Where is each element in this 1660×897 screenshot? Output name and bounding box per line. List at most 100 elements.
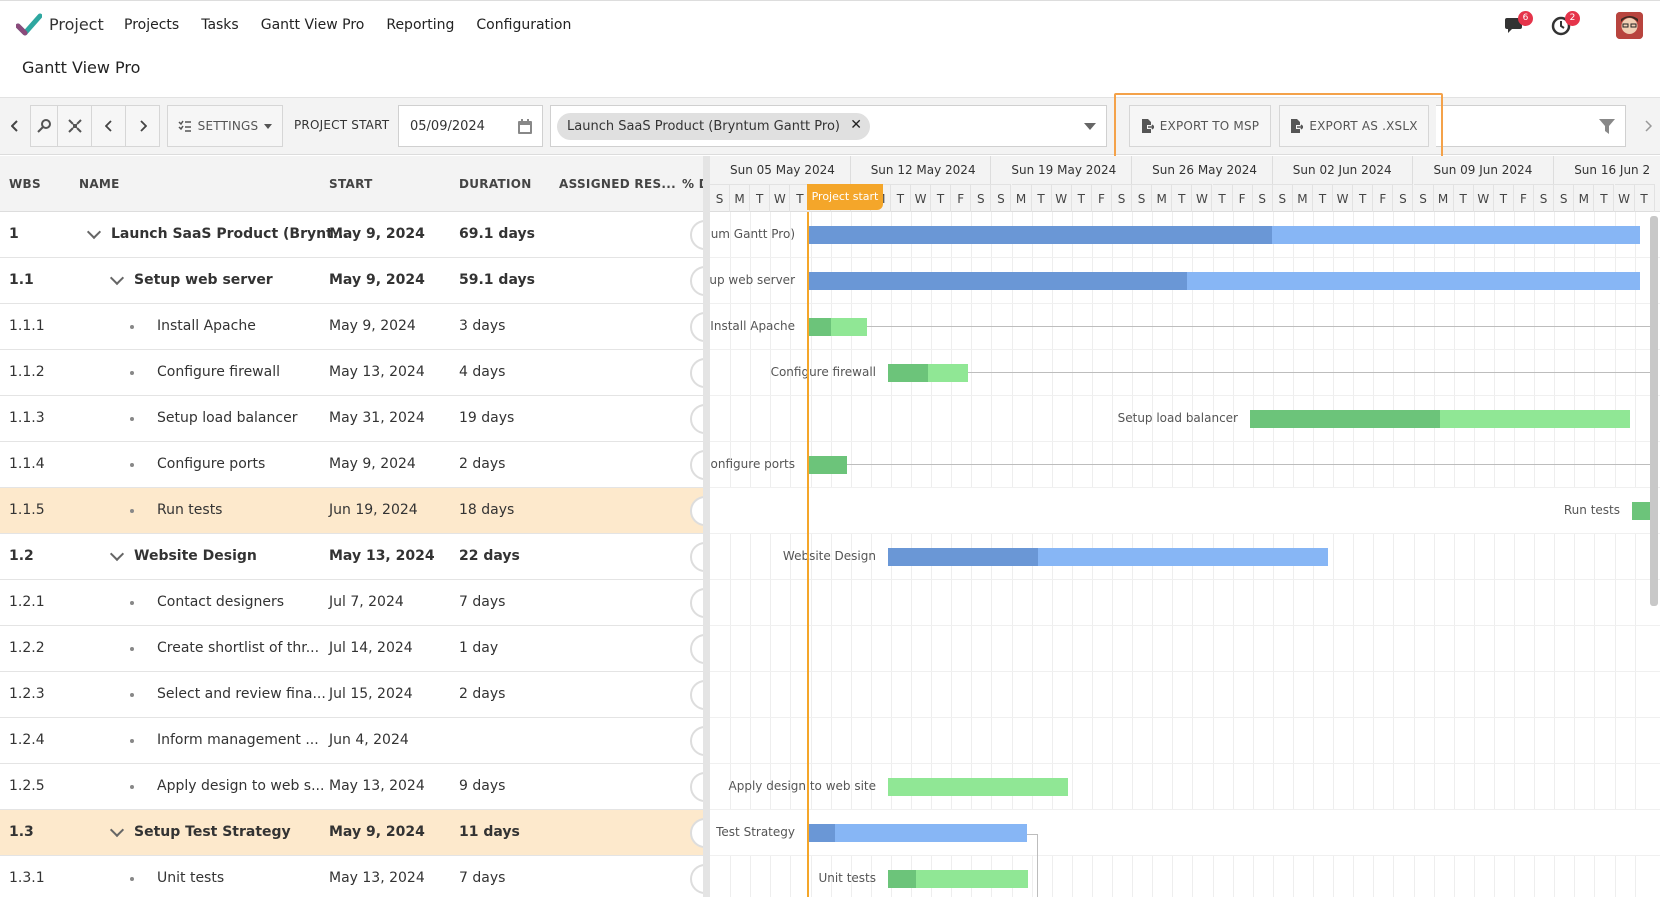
table-row[interactable]: 1.1.2 Configure firewall May 13, 2024 4 day… xyxy=(0,350,720,396)
row-name[interactable]: Select and review fina... xyxy=(157,686,326,702)
row-name[interactable]: Apply design to web s... xyxy=(157,778,324,794)
task-bar[interactable] xyxy=(1632,502,1652,520)
dropdown-arrow-icon[interactable] xyxy=(1084,123,1096,130)
task-bar[interactable] xyxy=(807,824,1027,842)
project-logo-icon[interactable] xyxy=(16,13,42,37)
row-duration: 19 days xyxy=(459,410,515,426)
menu-configuration[interactable]: Configuration xyxy=(476,17,571,33)
task-bar[interactable] xyxy=(888,870,1028,888)
menu-projects[interactable]: Projects xyxy=(124,17,179,33)
table-row[interactable]: 1.2.4 Inform management ... Jun 4, 2024 xyxy=(0,718,720,764)
row-name[interactable]: Install Apache xyxy=(157,318,256,334)
timeline-day: W xyxy=(911,184,931,212)
row-name[interactable]: Configure firewall xyxy=(157,364,280,380)
timeline-day: T xyxy=(1313,184,1333,212)
col-duration[interactable]: DURATION xyxy=(459,177,532,191)
user-avatar[interactable] xyxy=(1616,12,1643,39)
timeline-day: F xyxy=(1232,184,1253,212)
row-duration: 7 days xyxy=(459,870,506,886)
zoom-button[interactable] xyxy=(30,105,58,147)
filter-field[interactable] xyxy=(1436,105,1626,147)
task-bar[interactable] xyxy=(807,318,867,336)
collapse-chevron-icon[interactable] xyxy=(109,546,125,562)
row-name[interactable]: Inform management ... xyxy=(157,732,319,748)
table-row[interactable]: 1.1.4 Configure ports May 9, 2024 2 days xyxy=(0,442,720,488)
calendar-icon[interactable] xyxy=(518,119,532,134)
task-bar[interactable] xyxy=(807,226,1640,244)
timeline-day: S xyxy=(971,184,992,212)
row-name[interactable]: Create shortlist of thr... xyxy=(157,640,319,656)
row-name[interactable]: Launch SaaS Product (Brynt... xyxy=(111,226,349,242)
leaf-bullet-icon xyxy=(130,325,134,329)
table-row[interactable]: 1.3.1 Unit tests May 13, 2024 7 days xyxy=(0,856,720,897)
app-name[interactable]: Project xyxy=(49,15,104,34)
table-row[interactable]: 1 Launch SaaS Product (Brynt... May 9, 202… xyxy=(0,212,720,258)
task-bar[interactable] xyxy=(807,456,847,474)
row-name[interactable]: Setup Test Strategy xyxy=(134,824,291,840)
table-row[interactable]: 1.2 Website Design May 13, 2024 22 days xyxy=(0,534,720,580)
col-wbs[interactable]: WBS xyxy=(9,177,41,191)
task-bar[interactable] xyxy=(888,364,968,382)
table-row[interactable]: 1.1 Setup web server May 9, 2024 59.1 days xyxy=(0,258,720,304)
leaf-bullet-icon xyxy=(130,509,134,513)
scroll-left-button[interactable] xyxy=(2,105,28,147)
task-bar-label: um Gantt Pro) xyxy=(710,227,795,241)
row-duration: 59.1 days xyxy=(459,272,535,288)
table-row[interactable]: 1.2.2 Create shortlist of thr... Jul 14, 2… xyxy=(0,626,720,672)
row-name[interactable]: Setup load balancer xyxy=(157,410,297,426)
table-row[interactable]: 1.1.5 Run tests Jun 19, 2024 18 days xyxy=(0,488,720,534)
table-row[interactable]: 1.3 Setup Test Strategy May 9, 2024 11 days xyxy=(0,810,720,856)
table-row[interactable]: 1.2.3 Select and review fina... Jul 15, 20… xyxy=(0,672,720,718)
row-duration: 22 days xyxy=(459,548,520,564)
filter-icon[interactable] xyxy=(1599,119,1615,134)
task-bar[interactable] xyxy=(1250,410,1630,428)
col-name[interactable]: NAME xyxy=(79,177,120,191)
remove-filter-icon[interactable]: ✕ xyxy=(850,117,862,133)
previous-button[interactable] xyxy=(91,105,126,147)
row-name[interactable]: Configure ports xyxy=(157,456,265,472)
settings-button[interactable]: SETTINGS xyxy=(167,105,283,147)
row-name[interactable]: Run tests xyxy=(157,502,222,518)
leaf-bullet-icon xyxy=(130,693,134,697)
row-name[interactable]: Unit tests xyxy=(157,870,224,886)
project-start-date-field[interactable]: 05/09/2024 xyxy=(398,105,543,147)
project-filter-select[interactable]: Launch SaaS Product (Bryntum Gantt Pro) … xyxy=(550,105,1107,147)
menu-gantt-view-pro[interactable]: Gantt View Pro xyxy=(261,17,365,33)
row-name[interactable]: Setup web server xyxy=(134,272,273,288)
grid-gantt-splitter[interactable] xyxy=(703,156,710,897)
timeline-day: T xyxy=(1634,184,1655,212)
gantt-chart: Sun 05 May 2024 Sun 12 May 2024 Sun 19 May… xyxy=(710,156,1660,897)
next-button[interactable] xyxy=(125,105,160,147)
timeline-day: S xyxy=(1393,184,1414,212)
collapse-chevron-icon[interactable] xyxy=(109,822,125,838)
menu-reporting[interactable]: Reporting xyxy=(386,17,454,33)
task-bar-progress xyxy=(888,870,916,888)
list-check-icon xyxy=(178,120,191,132)
collapse-chevron-icon[interactable] xyxy=(109,270,125,286)
task-bar[interactable] xyxy=(888,778,1068,796)
table-row[interactable]: 1.1.3 Setup load balancer May 31, 2024 19 d… xyxy=(0,396,720,442)
table-row[interactable]: 1.2.1 Contact designers Jul 7, 2024 7 days xyxy=(0,580,720,626)
scroll-right-button[interactable] xyxy=(1638,105,1658,147)
timeline-week: Sun 02 Jun 2024 xyxy=(1273,156,1414,184)
compress-icon xyxy=(67,119,82,133)
dependency-line xyxy=(847,464,1653,465)
col-assigned-resources[interactable]: ASSIGNED RES... xyxy=(559,177,676,191)
row-duration: 2 days xyxy=(459,456,506,472)
zoom-to-fit-button[interactable] xyxy=(57,105,92,147)
table-row[interactable]: 1.2.5 Apply design to web s... May 13, 202… xyxy=(0,764,720,810)
row-wbs: 1.1.2 xyxy=(9,364,45,380)
table-row[interactable]: 1.1.1 Install Apache May 9, 2024 3 days xyxy=(0,304,720,350)
menu-tasks[interactable]: Tasks xyxy=(201,17,239,33)
collapse-chevron-icon[interactable] xyxy=(86,224,102,240)
task-bar-label: Run tests xyxy=(1563,503,1620,517)
vertical-scrollbar[interactable] xyxy=(1650,216,1658,606)
row-name[interactable]: Contact designers xyxy=(157,594,284,610)
row-start: May 31, 2024 xyxy=(329,410,425,426)
col-start[interactable]: START xyxy=(329,177,373,191)
task-bar[interactable] xyxy=(888,548,1328,566)
row-name[interactable]: Website Design xyxy=(134,548,257,564)
task-bar-progress xyxy=(807,824,835,842)
task-bar[interactable] xyxy=(807,272,1640,290)
gantt-row xyxy=(710,626,1660,672)
